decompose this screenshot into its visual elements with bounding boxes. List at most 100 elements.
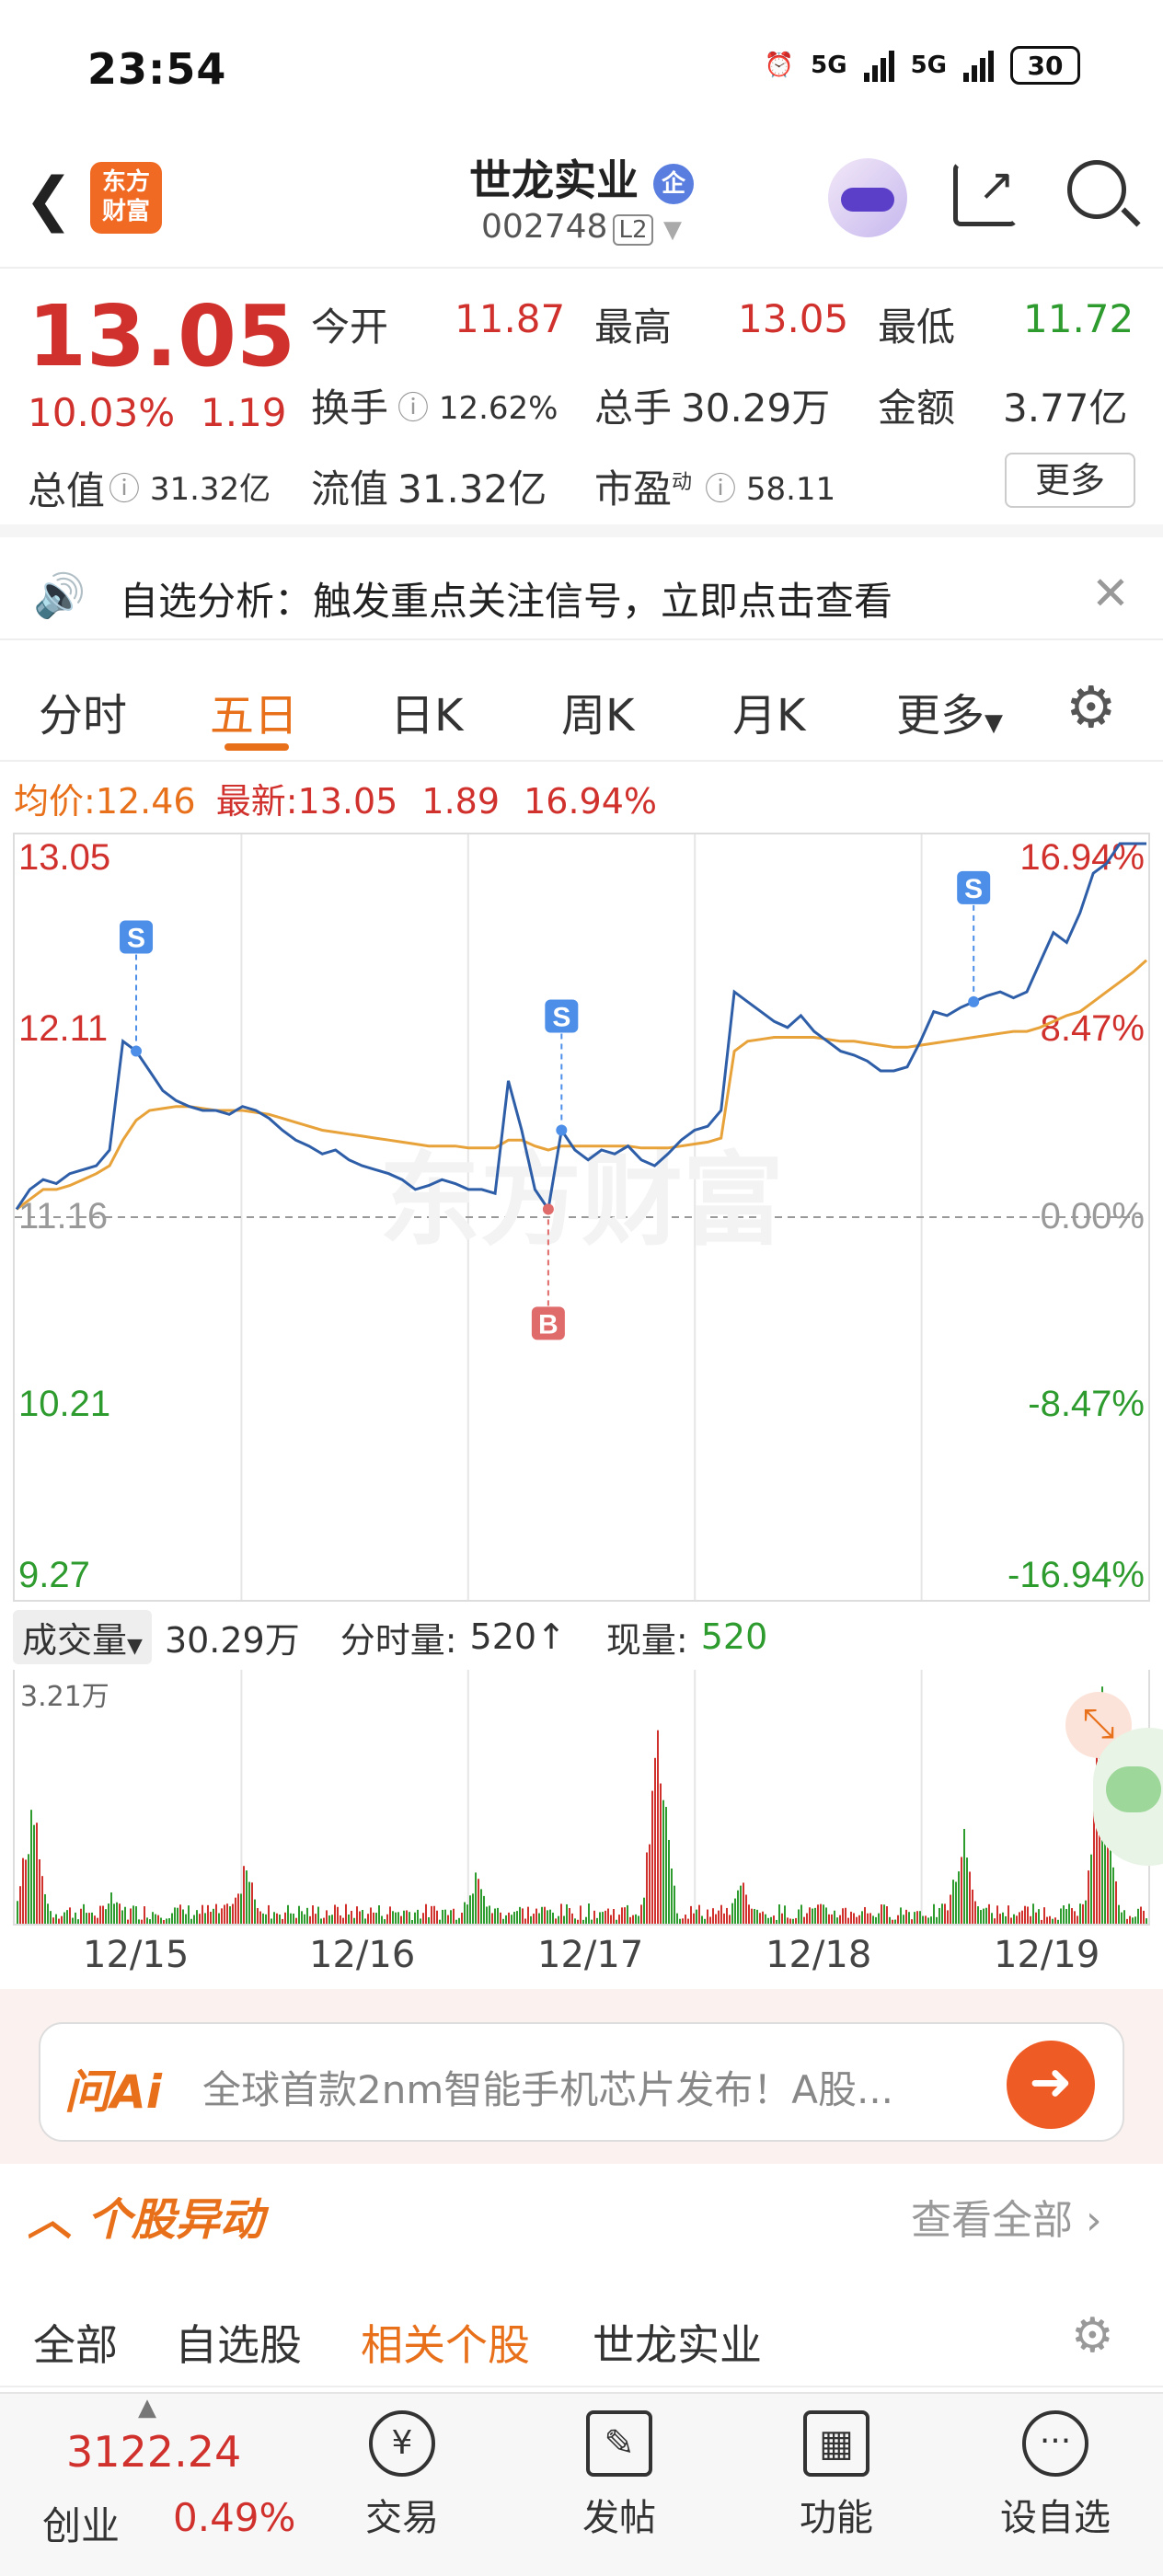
- volume-bar: [83, 1903, 85, 1924]
- volume-bar: [97, 1917, 98, 1924]
- volume-bar: [279, 1915, 281, 1924]
- index-pct: 0.49%: [173, 2495, 296, 2540]
- trade-marker-label: B: [538, 1309, 558, 1340]
- volume-bar: [17, 1901, 18, 1924]
- five-day-price-chart[interactable]: 13.05 16.94% 12.11 8.47% 11.16 0.00% 10.21 -8.4…: [13, 833, 1150, 1602]
- grid-icon: ▦: [803, 2410, 869, 2477]
- volume-bar: [1082, 1903, 1084, 1924]
- volume-bar: [179, 1904, 181, 1924]
- float-label: 流值: [311, 466, 389, 512]
- volume-selector[interactable]: 成交量▼: [13, 1609, 152, 1664]
- volume-bar: [734, 1898, 736, 1924]
- volume-bar: [105, 1909, 107, 1924]
- arrow-right-icon[interactable]: ➜: [1007, 2041, 1095, 2129]
- volume-bar: [831, 1914, 833, 1924]
- volume-bar: [903, 1915, 904, 1924]
- volume-bar: [221, 1908, 223, 1924]
- volume-bar: [268, 1904, 270, 1924]
- search-icon[interactable]: [1067, 160, 1141, 227]
- volume-bar: [836, 1917, 838, 1924]
- more-button[interactable]: 更多: [1005, 453, 1135, 508]
- volume-bar: [770, 1916, 772, 1924]
- tab-five-day[interactable]: 五日: [210, 679, 298, 743]
- ask-ai-bar[interactable]: 问Ai 全球首款2nm智能手机芯片发布！A股... ➜: [39, 2022, 1124, 2142]
- tab-more[interactable]: 更多▼: [896, 679, 1003, 743]
- volume-bar: [478, 1879, 479, 1924]
- volume-bar: [950, 1894, 951, 1924]
- subtab-watchlist[interactable]: 自选股: [175, 2312, 302, 2373]
- pe-value[interactable]: ⓘ 58.11: [705, 464, 835, 509]
- net1-label: 5G: [811, 52, 847, 79]
- nav-add-watch[interactable]: ··· 设自选: [986, 2410, 1124, 2541]
- volume-bar: [563, 1915, 565, 1924]
- volume-bar: [188, 1905, 190, 1924]
- date-label-3: 12/17: [537, 1934, 644, 1976]
- tab-intraday[interactable]: 分时: [39, 679, 127, 743]
- tab-weekly-k[interactable]: 周K: [561, 679, 634, 743]
- subtab-stock[interactable]: 世龙实业: [593, 2312, 762, 2373]
- turnover-value[interactable]: ⓘ 12.62%: [397, 383, 558, 428]
- subtab-related[interactable]: 相关个股: [361, 2312, 530, 2373]
- analysis-notice[interactable]: 🔊 自选分析：触发重点关注信号，立即点击查看 ✕: [0, 550, 1163, 640]
- volume-bar: [240, 1893, 242, 1924]
- volume-bar: [55, 1914, 57, 1924]
- volume-bar: [698, 1904, 700, 1924]
- volume-bar: [588, 1903, 590, 1924]
- nav-functions[interactable]: ▦ 功能: [767, 2410, 905, 2541]
- volume-bar: [690, 1905, 692, 1924]
- nav-post[interactable]: ✎ 发帖: [550, 2410, 688, 2541]
- mcap-value[interactable]: ⓘ 31.32亿: [109, 464, 271, 509]
- volume-header: 成交量▼ 30.29万 分时量: 520↑ 现量: 520: [13, 1609, 767, 1664]
- volume-bar: [359, 1911, 361, 1924]
- close-icon[interactable]: ✕: [1091, 567, 1130, 620]
- volume-bar: [409, 1912, 410, 1924]
- volume-bar: [1024, 1905, 1026, 1924]
- index-value[interactable]: 3122.24: [66, 2427, 241, 2477]
- volume-bar: [351, 1910, 352, 1924]
- volume-bar: [751, 1908, 753, 1924]
- volume-bar: [938, 1907, 940, 1924]
- volume-bar: [168, 1918, 170, 1924]
- volume-bar: [337, 1906, 339, 1924]
- volume-bar: [190, 1918, 192, 1924]
- trade-marker-dot: [556, 1124, 568, 1136]
- volume-chart[interactable]: 3.21万 ⤡: [13, 1670, 1150, 1926]
- volume-bar: [196, 1910, 198, 1924]
- avg-info-line: 均价:12.46 最新:13.05 1.89 16.94%: [14, 773, 657, 823]
- share-icon[interactable]: ↗: [953, 159, 1018, 226]
- notice-text: 自选分析：触发重点关注信号，立即点击查看: [120, 579, 893, 624]
- status-bar: 23:54 ⏰ 5G 5G 30: [0, 0, 1163, 138]
- nav-trade[interactable]: ¥ 交易: [333, 2410, 471, 2541]
- volume-bar: [958, 1871, 960, 1924]
- robot-assistant-icon[interactable]: [828, 158, 907, 237]
- volume-bar: [99, 1905, 101, 1924]
- volume-bar: [651, 1790, 653, 1924]
- code-text: 002748: [481, 208, 608, 246]
- tab-daily-k[interactable]: 日K: [390, 679, 463, 743]
- settings-gear-icon[interactable]: ⚙: [1071, 2308, 1114, 2363]
- volume-bar: [80, 1908, 82, 1924]
- volume-bar: [872, 1915, 874, 1924]
- volume-bar: [977, 1906, 979, 1924]
- view-all-text: 查看全部: [911, 2197, 1073, 2244]
- volume-bar: [533, 1914, 535, 1924]
- ask-ai-text: 全球首款2nm智能手机芯片发布！A股...: [202, 2067, 894, 2112]
- trade-marker-dot: [968, 995, 980, 1007]
- volume-bar: [1005, 1915, 1007, 1924]
- volume-bar: [235, 1897, 236, 1924]
- volume-bar: [135, 1906, 137, 1924]
- settings-gear-icon[interactable]: ⚙: [1065, 673, 1117, 741]
- tab-monthly-k[interactable]: 月K: [732, 679, 805, 743]
- subtab-all[interactable]: 全部: [33, 2312, 118, 2373]
- volume-bar: [925, 1915, 927, 1924]
- volume-bar: [442, 1909, 443, 1924]
- volume-bar: [916, 1911, 918, 1924]
- volume-bar: [817, 1904, 819, 1924]
- volume-bar: [458, 1917, 460, 1924]
- volume-bar: [199, 1914, 201, 1924]
- alarm-icon: ⏰: [764, 52, 795, 79]
- view-all-link[interactable]: 查看全部 ›: [911, 2187, 1102, 2246]
- volume-bar: [701, 1915, 703, 1924]
- volume-bar: [787, 1917, 789, 1924]
- volume-bar: [952, 1880, 954, 1924]
